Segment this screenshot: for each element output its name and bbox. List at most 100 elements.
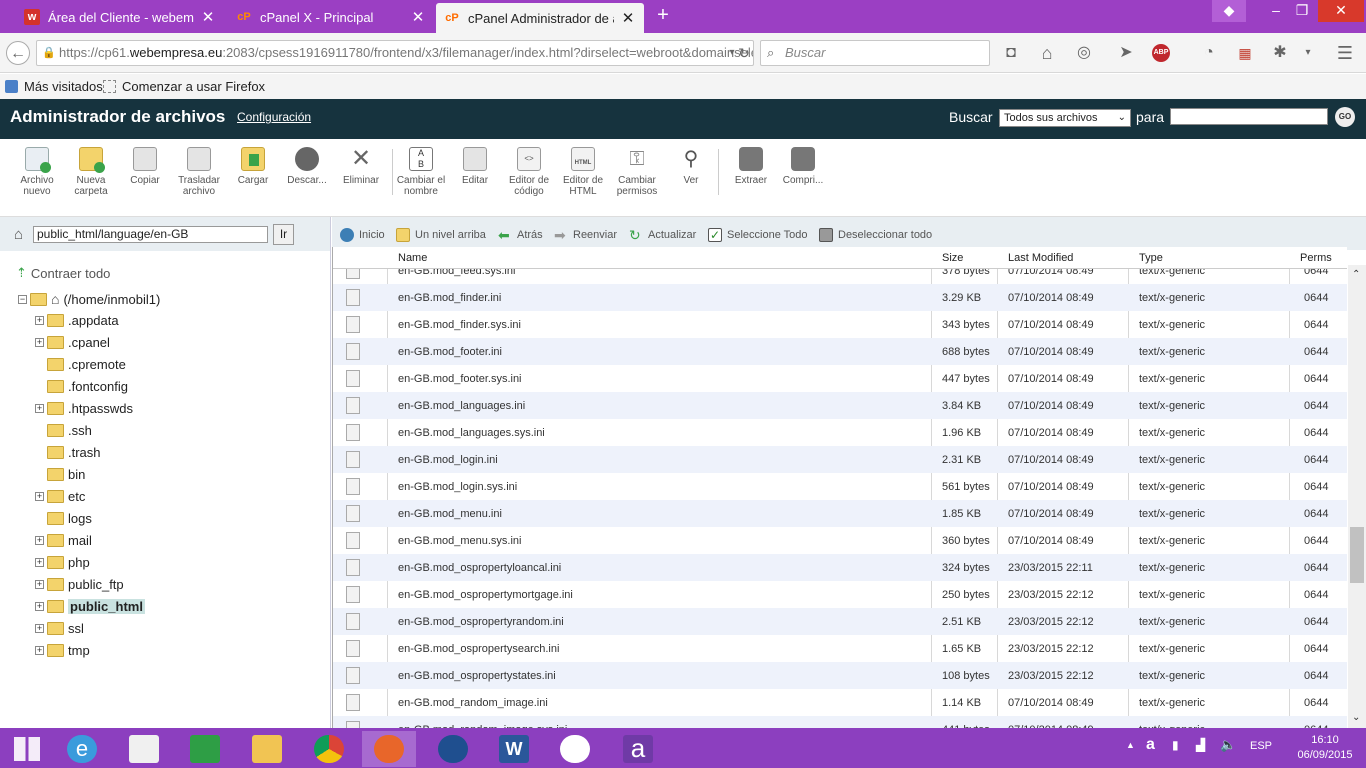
store-icon[interactable] [178,731,232,767]
tree-item-cpanel[interactable]: + .cpanel [35,335,110,350]
new-tab-icon[interactable]: + [650,4,676,27]
column-last-modified[interactable]: Last Modified [1008,251,1073,267]
filemanager-search-input[interactable] [1170,108,1328,125]
download-button[interactable]: Descar... [280,147,334,186]
column-perms[interactable]: Perms [1300,251,1332,267]
search-scope-select[interactable]: Todos sus archivos ⌄ [999,109,1131,127]
tree-item-bin[interactable]: bin [35,467,85,482]
view-button[interactable]: ⚲ Ver [664,147,718,186]
scroll-up-icon[interactable]: ⌃ [1352,269,1360,280]
scrollbar-thumb[interactable] [1350,527,1364,583]
tree-item-trash[interactable]: .trash [35,445,101,460]
tree-item-ssl[interactable]: + ssl [35,621,84,636]
column-name[interactable]: Name [398,251,427,267]
table-row[interactable]: en-GB.mod_finder.sys.ini 343 bytes 07/10/2… [333,311,1347,338]
scroll-down-icon[interactable]: ⌄ [1352,712,1360,723]
google-earth-icon[interactable] [426,731,480,767]
tree-item-public-ftp[interactable]: + public_ftp [35,577,124,592]
table-row[interactable]: en-GB.mod_languages.sys.ini 1.96 KB 07/10/… [333,419,1347,446]
expand-toggle-icon[interactable]: + [35,316,44,325]
html-editor-button[interactable]: HTML Editor de HTML [556,147,610,197]
column-size[interactable]: Size [942,251,963,267]
tab-client-area[interactable]: w Área del Cliente - webem... ✕ [16,3,224,31]
sync-icon[interactable]: ◎ [1072,41,1096,65]
maximize-icon[interactable]: ❐ [1285,0,1319,22]
tree-item-ssh[interactable]: .ssh [35,423,92,438]
table-row[interactable]: en-GB.mod_footer.sys.ini 447 bytes 07/10/2… [333,365,1347,392]
settings-gear-icon[interactable] [548,731,602,767]
tree-item-public-html[interactable]: + public_html [35,599,145,614]
file-explorer-icon[interactable] [240,731,294,767]
expand-toggle-icon[interactable]: + [35,580,44,589]
table-row[interactable]: en-GB.mod_languages.ini 3.84 KB 07/10/2014… [333,392,1347,419]
close-icon[interactable]: ✕ [620,9,636,27]
back-icon[interactable]: ← [6,41,30,65]
table-row[interactable]: en-GB.mod_ospropertyloancal.ini 324 bytes… [333,554,1347,581]
expand-toggle-icon[interactable]: + [35,404,44,413]
collapse-all-button[interactable]: ⇡ Contraer todo [16,265,110,281]
close-icon[interactable]: ✕ [200,8,216,26]
tree-item-appdata[interactable]: + .appdata [35,313,119,328]
reload-icon[interactable]: ↻ [732,41,756,65]
table-row[interactable]: en-GB.mod_menu.ini 1.85 KB 07/10/2014 08:4… [333,500,1347,527]
new-folder-button[interactable]: Nueva carpeta [64,147,118,197]
tray-expand-icon[interactable]: ▲ [1126,740,1135,750]
settings-link[interactable]: Configuración [237,110,311,124]
expand-toggle-icon[interactable]: + [35,646,44,655]
bookmark-getting-started[interactable]: Comenzar a usar Firefox [103,79,265,94]
word-icon[interactable]: W [487,731,541,767]
action-deselect-all[interactable]: Deseleccionar todo [819,228,932,242]
bookmark-most-visited[interactable]: Más visitados [5,79,103,94]
battery-icon[interactable]: ▮ [1172,738,1179,752]
action-back[interactable]: ⬅ Atrás [498,228,543,242]
expand-toggle-icon[interactable]: + [35,558,44,567]
home-icon[interactable]: ⌂ [1035,41,1059,65]
close-icon[interactable]: ✕ [410,8,426,26]
compress-button[interactable]: Compri... [776,147,830,186]
delete-button[interactable]: ✕ Eliminar [334,147,388,187]
table-row[interactable]: en-GB.mod_menu.sys.ini 360 bytes 07/10/201… [333,527,1347,554]
action-up-level[interactable]: Un nivel arriba [396,228,486,242]
expand-toggle-icon[interactable]: + [35,492,44,501]
new-file-button[interactable]: Archivo nuevo [10,147,64,197]
action-home[interactable]: Inicio [340,228,385,242]
chrome-icon[interactable] [302,731,356,767]
tree-item-cpremote[interactable]: .cpremote [35,357,126,372]
start-icon[interactable] [0,731,54,767]
go-path-button[interactable]: Ir [273,224,294,245]
table-row[interactable]: en-GB.mod_random_image.sys.ini441 bytes0… [333,716,1347,728]
table-row[interactable]: en-GB.mod_ospropertystates.ini 108 bytes 2… [333,662,1347,689]
upload-button[interactable]: Cargar [226,147,280,186]
grid-apps-icon[interactable]: ▦ [1233,41,1257,65]
internet-explorer-icon[interactable]: e [55,731,109,767]
table-row[interactable]: en-GB.mod_ospropertymortgage.ini 250 byte… [333,581,1347,608]
apps-icon[interactable] [117,731,171,767]
tree-item-fontconfig[interactable]: .fontconfig [35,379,128,394]
tree-item-php[interactable]: + php [35,555,90,570]
history-icon[interactable]: ◔ [1197,41,1221,65]
tab-cpanel-principal[interactable]: cP cPanel X - Principal ✕ [228,3,434,31]
action-refresh[interactable]: ↻ Actualizar [629,228,696,242]
search-input[interactable]: ⌕ Buscar [760,40,990,66]
volume-icon[interactable]: 🔈 [1220,737,1236,753]
extract-button[interactable]: Extraer [724,147,778,186]
menu-icon[interactable]: ☰ [1333,41,1357,65]
action-select-all[interactable]: ✓ Seleccione Todo [708,228,808,242]
avast-icon[interactable]: a [611,731,665,767]
adblock-icon[interactable]: ABP [1152,44,1170,62]
tree-root[interactable]: − ⌂ (/home/inmobil1) [18,291,160,307]
expand-toggle-icon[interactable]: + [35,624,44,633]
code-editor-button[interactable]: <> Editor de código [502,147,556,197]
url-bar[interactable]: 🔒 https://cp61.webempresa.eu:2083/cpsess… [36,40,754,66]
extension-icon[interactable]: ✱ [1268,41,1292,65]
tree-item-tmp[interactable]: + tmp [35,643,90,658]
go-button[interactable]: GO [1335,107,1355,127]
table-row[interactable]: en-GB.mod_footer.ini 688 bytes 07/10/2014 … [333,338,1347,365]
table-row[interactable]: en-GB.mod_ospropertysearch.ini 1.65 KB 23/… [333,635,1347,662]
table-row[interactable]: en-GB.mod_finder.ini 3.29 KB 07/10/2014 08… [333,284,1347,311]
expand-toggle-icon[interactable]: + [35,338,44,347]
expand-toggle-icon[interactable]: + [35,602,44,611]
table-row[interactable]: en-GB.mod_login.ini 2.31 KB 07/10/2014 08:… [333,446,1347,473]
permissions-button[interactable]: ⚿ Cambiar permisos [610,147,664,197]
table-row[interactable]: en-GB.mod_ospropertyrandom.ini 2.51 KB 23/… [333,608,1347,635]
